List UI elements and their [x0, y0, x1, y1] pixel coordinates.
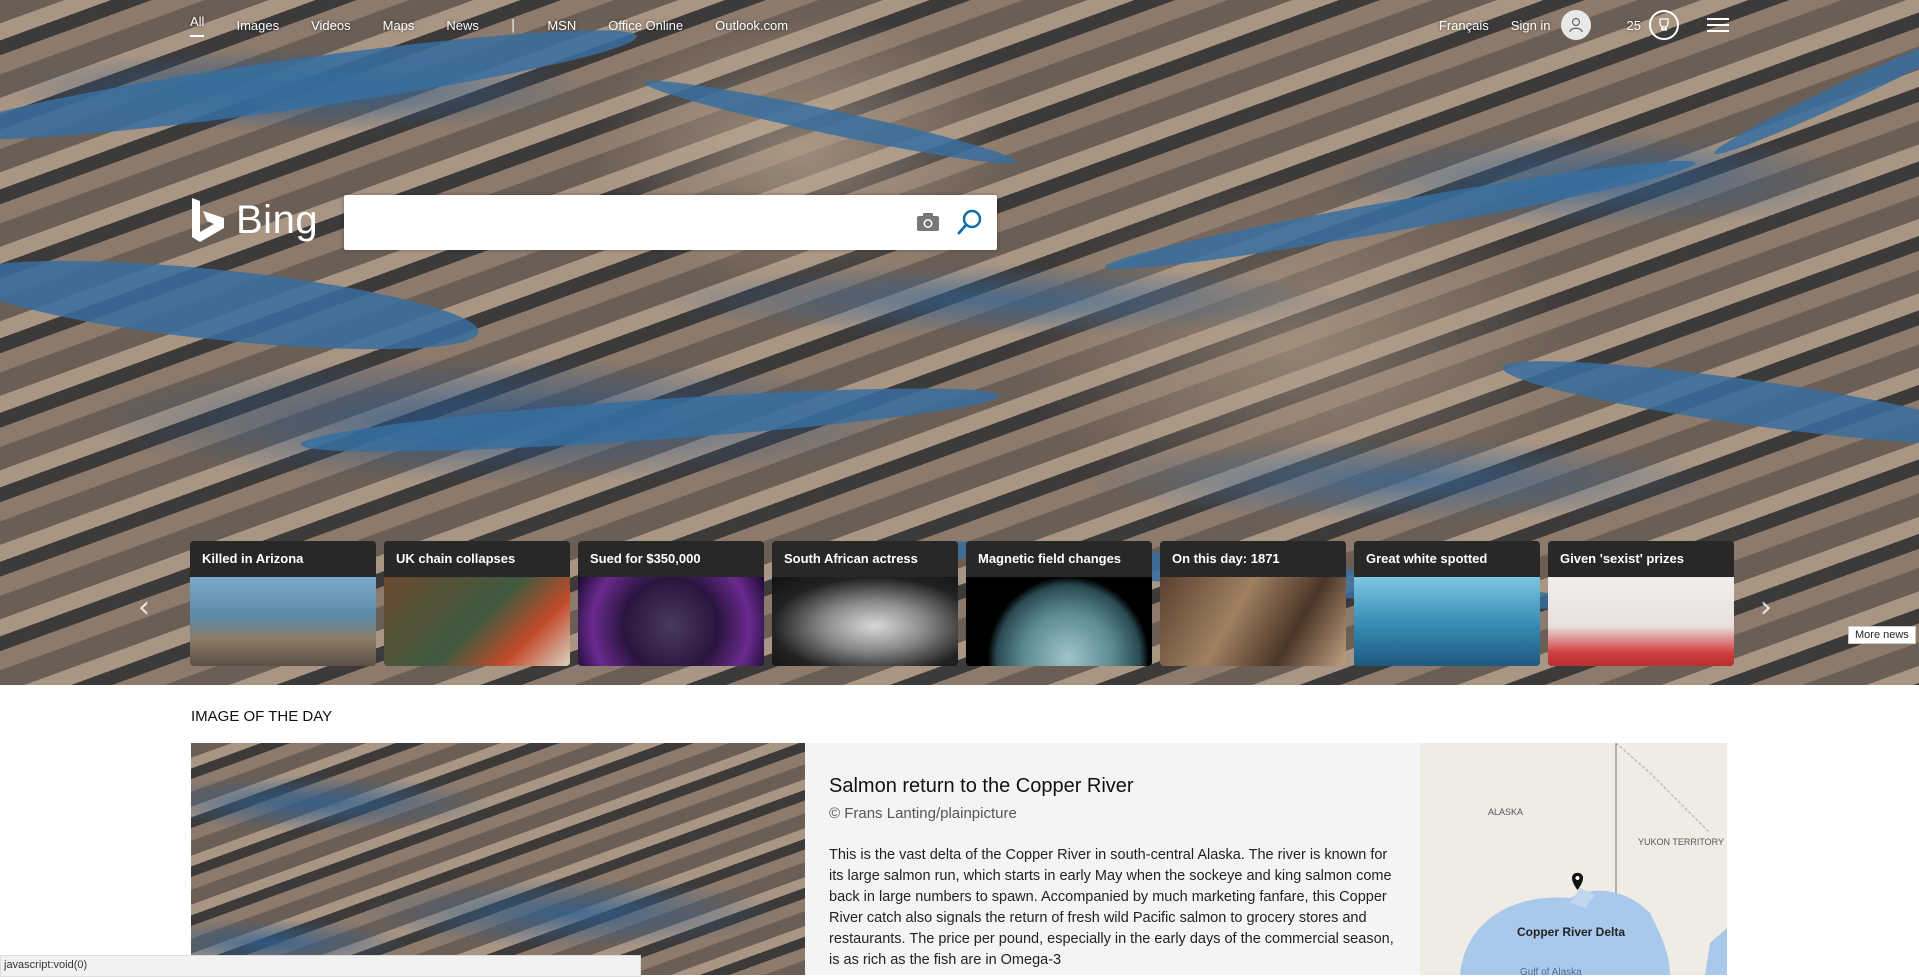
carousel-prev-arrow-icon[interactable]: ‹ [138, 590, 150, 625]
search-box [344, 195, 997, 250]
bing-wordmark: Bing [236, 197, 319, 242]
location-map[interactable]: ALASKA YUKON TERRITORY Copper River Delt… [1420, 743, 1727, 975]
news-card[interactable]: Great white spotted [1354, 541, 1540, 666]
hero-river-channel [1499, 345, 1919, 460]
hero-river-channel [1101, 148, 1699, 282]
nav-office-online[interactable]: Office Online [608, 18, 683, 33]
top-navigation: All Images Videos Maps News | MSN Office… [190, 14, 820, 37]
hero-river-channel [1709, 17, 1919, 163]
nav-news[interactable]: News [446, 18, 479, 33]
news-card-title: Sued for $350,000 [578, 541, 764, 577]
bing-logo[interactable]: Bing [190, 196, 318, 244]
map-label-alaska: ALASKA [1488, 807, 1523, 817]
trophy-icon [1659, 18, 1669, 31]
image-of-the-day-title[interactable]: Salmon return to the Copper River [829, 775, 1134, 798]
news-card-image [1548, 577, 1734, 666]
news-card-title: Magnetic field changes [966, 541, 1152, 577]
carousel-next-arrow-icon[interactable]: › [1760, 590, 1772, 625]
map-graphic: ALASKA YUKON TERRITORY Copper River Delt… [1460, 743, 1727, 975]
nav-all[interactable]: All [190, 14, 205, 37]
user-icon [1568, 17, 1583, 33]
hero-river-channel [299, 375, 1001, 465]
news-card-image [384, 577, 570, 666]
news-card-image [578, 577, 764, 666]
news-card-title: South African actress [772, 541, 958, 577]
image-of-the-day-photo[interactable] [191, 743, 805, 975]
nav-separator: | [510, 18, 516, 33]
news-card-image [190, 577, 376, 666]
nav-msn[interactable]: MSN [547, 18, 576, 33]
news-card-image [1160, 577, 1346, 666]
news-card-image [772, 577, 958, 666]
rewards-trophy-icon[interactable] [1649, 10, 1679, 40]
search-icon[interactable] [956, 208, 984, 236]
news-card-title: UK chain collapses [384, 541, 570, 577]
search-input[interactable] [356, 207, 900, 239]
more-news-button[interactable]: More news [1848, 626, 1916, 644]
news-card-image [1354, 577, 1540, 666]
avatar[interactable] [1560, 10, 1591, 40]
hero-river-channel [641, 70, 1019, 174]
rewards-count: 25 [1626, 17, 1641, 33]
bing-logo-icon [192, 198, 224, 242]
news-card-title: On this day: 1871 [1160, 541, 1346, 577]
browser-status-bar: javascript:void(0) [0, 955, 641, 977]
image-of-the-day-heading: IMAGE OF THE DAY [191, 708, 333, 725]
map-label-copper-river-delta: Copper River Delta [1517, 925, 1625, 939]
news-card[interactable]: Killed in Arizona [190, 541, 376, 666]
sign-in-link[interactable]: Sign in [1511, 18, 1551, 33]
news-card-title: Great white spotted [1354, 541, 1540, 577]
nav-maps[interactable]: Maps [383, 18, 415, 33]
news-card[interactable]: Magnetic field changes [966, 541, 1152, 666]
nav-images[interactable]: Images [236, 18, 279, 33]
hero-river-channel [0, 243, 483, 367]
hamburger-menu-icon[interactable] [1707, 14, 1729, 36]
map-label-yukon: YUKON TERRITORY [1638, 837, 1724, 847]
nav-videos[interactable]: Videos [311, 18, 351, 33]
language-link[interactable]: Français [1439, 18, 1489, 33]
map-label-gulf: Gulf of Alaska [1520, 967, 1582, 975]
news-card[interactable]: On this day: 1871 [1160, 541, 1346, 666]
camera-icon[interactable] [914, 210, 942, 234]
news-carousel: Killed in Arizona UK chain collapses Sue… [190, 541, 1734, 666]
news-card[interactable]: UK chain collapses [384, 541, 570, 666]
account-bar: Français Sign in 25 [1439, 10, 1729, 40]
news-card-image [966, 577, 1152, 666]
news-card-title: Given 'sexist' prizes [1548, 541, 1734, 577]
image-of-the-day-copyright: © Frans Lanting/plainpicture [829, 805, 1017, 822]
news-card[interactable]: Given 'sexist' prizes [1548, 541, 1734, 666]
news-card-title: Killed in Arizona [190, 541, 376, 577]
nav-outlook[interactable]: Outlook.com [715, 18, 788, 33]
image-of-the-day-description: This is the vast delta of the Copper Riv… [829, 847, 1394, 968]
news-card[interactable]: Sued for $350,000 [578, 541, 764, 666]
image-of-the-day-info: Salmon return to the Copper River © Fran… [805, 743, 1420, 975]
news-card[interactable]: South African actress [772, 541, 958, 666]
